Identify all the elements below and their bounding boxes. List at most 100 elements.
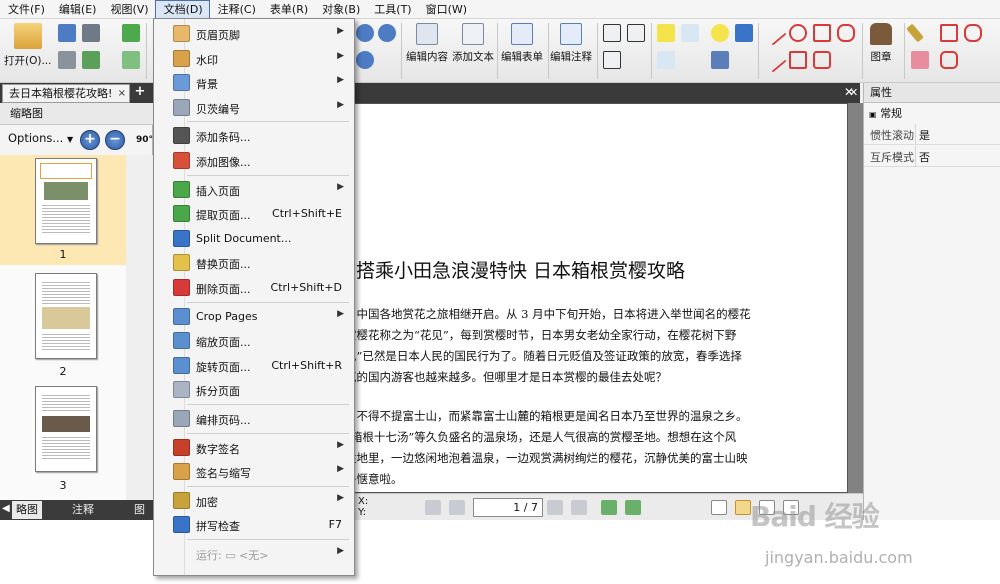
menu-item[interactable]: Split Document... xyxy=(156,227,352,250)
printer-icon[interactable] xyxy=(82,24,100,42)
new-tab-icon[interactable]: + xyxy=(133,85,147,100)
property-row[interactable]: 互斥模式 否 xyxy=(864,146,1000,167)
menu-view[interactable]: 视图(V) xyxy=(102,0,154,19)
print-icon[interactable] xyxy=(58,51,76,69)
note-icon[interactable] xyxy=(711,24,729,42)
menu-window[interactable]: 窗口(W) xyxy=(418,0,473,19)
edit-annotation-label: 编辑注释 xyxy=(550,51,592,63)
properties-section-general[interactable]: ▣ 常规 xyxy=(864,106,1000,122)
menu-tools[interactable]: 工具(T) xyxy=(366,0,417,19)
next-page-icon[interactable] xyxy=(547,500,563,515)
menu-item[interactable]: 提取页面... Ctrl+Shift+E xyxy=(156,202,352,225)
text-line: 花的国内游客也越来越多。但哪里才是日本赏樱的最佳去处呢？ xyxy=(345,370,667,384)
tab-thumbnails[interactable]: 略图 xyxy=(12,501,42,519)
scroll-left-icon[interactable]: ◀ xyxy=(2,503,10,514)
menu-item[interactable]: 旋转页面... Ctrl+Shift+R xyxy=(156,354,352,377)
text-box-icon[interactable] xyxy=(603,24,621,42)
typewriter-icon[interactable] xyxy=(603,51,621,69)
zoom-in-icon[interactable] xyxy=(356,24,374,42)
continuous-page-icon[interactable] xyxy=(735,500,751,515)
ellipse-icon[interactable] xyxy=(789,24,807,42)
back-icon[interactable] xyxy=(122,24,140,42)
polygon-icon[interactable] xyxy=(813,51,831,69)
edit-content-button[interactable]: 编辑内容 xyxy=(406,23,448,64)
page-thumbnail xyxy=(35,273,97,359)
polygon-cloud-icon[interactable] xyxy=(837,24,855,42)
arrow-icon[interactable] xyxy=(761,47,787,73)
menu-item[interactable]: 加密 ▶ xyxy=(156,489,352,512)
row-divider xyxy=(915,124,916,145)
single-page-icon[interactable] xyxy=(711,500,727,515)
menu-object[interactable]: 对象(B) xyxy=(314,0,366,19)
menu-form[interactable]: 表单(R) xyxy=(262,0,314,19)
close-properties-icon[interactable]: ✕ xyxy=(849,86,858,99)
attach-icon[interactable] xyxy=(711,51,729,69)
highlight-icon[interactable] xyxy=(657,24,675,42)
menu-item[interactable]: 缩放页面... xyxy=(156,329,352,352)
eraser-icon[interactable] xyxy=(911,51,929,69)
stamp-button[interactable]: 图章 xyxy=(870,23,892,64)
measure-icon[interactable] xyxy=(940,24,958,42)
open-button[interactable]: 打开(O)... xyxy=(4,23,51,68)
menu-item[interactable]: Crop Pages ▶ xyxy=(156,305,352,328)
menu-edit[interactable]: 编辑(E) xyxy=(51,0,103,19)
thumbnail-item[interactable]: 2 xyxy=(0,270,126,380)
forward-icon[interactable] xyxy=(122,51,140,69)
add-text-button[interactable]: 添加文本 xyxy=(452,23,494,64)
underline-icon[interactable] xyxy=(681,24,699,42)
document-tab[interactable]: 去日本箱根樱花攻略! × xyxy=(2,84,130,103)
pencil-icon[interactable] xyxy=(906,23,924,43)
zoom-out-icon[interactable]: − xyxy=(105,130,125,150)
rotate-label[interactable]: 90° xyxy=(136,135,153,145)
line-icon[interactable] xyxy=(761,20,787,46)
menu-item[interactable]: 背景 ▶ xyxy=(156,71,352,94)
polyline-icon[interactable] xyxy=(813,24,831,42)
menu-item[interactable]: 水印 ▶ xyxy=(156,47,352,70)
forward-view-icon[interactable] xyxy=(625,500,641,515)
menu-item[interactable]: 编排页码... xyxy=(156,407,352,430)
thumbnail-item[interactable]: 3 xyxy=(0,383,126,493)
back-view-icon[interactable] xyxy=(601,500,617,515)
previous-page-icon[interactable] xyxy=(449,500,465,515)
menu-item[interactable]: 页眉页脚 ▶ xyxy=(156,22,352,45)
tab-layers[interactable]: 图层 xyxy=(130,501,153,534)
y-coordinate-label: Y: xyxy=(358,507,367,518)
last-page-icon[interactable] xyxy=(571,500,587,515)
menu-item[interactable]: 替换页面... xyxy=(156,251,352,274)
area-icon[interactable] xyxy=(964,24,982,42)
email-icon[interactable] xyxy=(82,51,100,69)
property-row[interactable]: 惯性滚动 是 xyxy=(864,124,1000,145)
menu-file[interactable]: 文件(F) xyxy=(0,0,51,19)
save-icon[interactable] xyxy=(58,24,76,42)
thumbnail-scrollbar[interactable] xyxy=(126,155,153,500)
menu-item[interactable]: 签名与缩写 ▶ xyxy=(156,460,352,483)
menu-document[interactable]: 文档(D) xyxy=(154,0,210,19)
menu-item[interactable]: 拆分页面 xyxy=(156,378,352,401)
zoom-out-icon[interactable] xyxy=(378,24,396,42)
strikeout-icon[interactable] xyxy=(657,51,675,69)
first-page-icon[interactable] xyxy=(425,500,441,515)
thumbnail-item[interactable]: 1 xyxy=(0,155,126,265)
sound-icon[interactable] xyxy=(735,24,753,42)
close-tab-icon[interactable]: × xyxy=(118,85,126,102)
menu-comment[interactable]: 注释(C) xyxy=(210,0,262,19)
rectangle-icon[interactable] xyxy=(789,51,807,69)
page-number-input[interactable]: 1 / 7 xyxy=(473,498,543,517)
edit-form-button[interactable]: 编辑表单 xyxy=(501,23,543,64)
perimeter-icon[interactable] xyxy=(940,51,958,69)
menu-item[interactable]: 插入页面 ▶ xyxy=(156,178,352,201)
menu-item[interactable]: 贝茨编号 ▶ xyxy=(156,96,352,119)
menu-item[interactable]: 添加图像... xyxy=(156,149,352,172)
menu-item[interactable]: 拼写检查 F7 xyxy=(156,513,352,536)
menu-item[interactable]: 数字签名 ▶ xyxy=(156,436,352,459)
zoom-fit-icon[interactable] xyxy=(356,51,374,69)
callout-icon[interactable] xyxy=(627,24,645,42)
stamp-icon xyxy=(870,23,892,45)
menu-item[interactable]: 添加条码... xyxy=(156,124,352,147)
zoom-in-icon[interactable]: + xyxy=(80,130,100,150)
edit-annotation-button[interactable]: 编辑注释 xyxy=(550,23,592,64)
options-dropdown[interactable]: Options... ▼ xyxy=(8,131,73,145)
menu-item[interactable]: 删除页面... Ctrl+Shift+D xyxy=(156,276,352,299)
tab-comments[interactable]: 注释 xyxy=(68,501,98,519)
menu-bar: 文件(F) 编辑(E) 视图(V) 文档(D) 注释(C) 表单(R) 对象(B… xyxy=(0,0,1000,19)
